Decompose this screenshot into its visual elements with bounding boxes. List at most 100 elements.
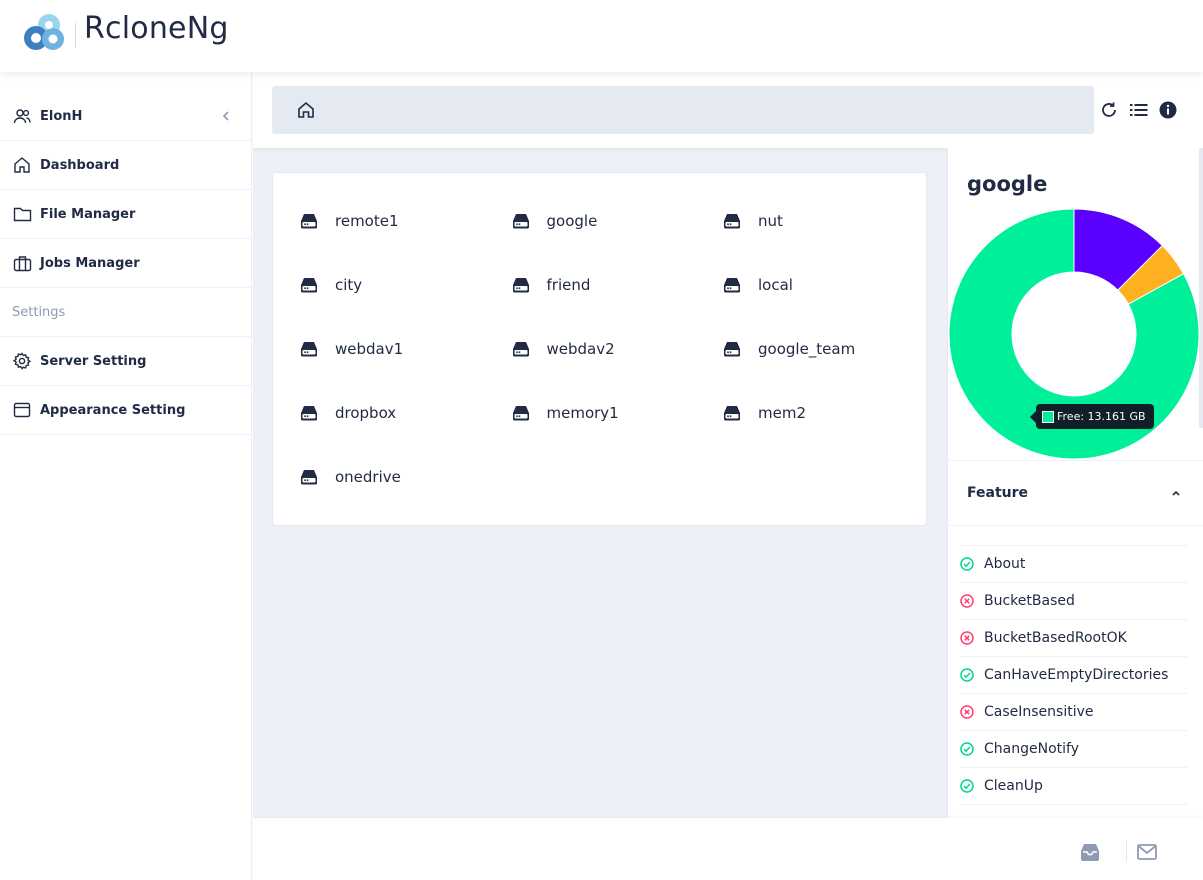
remote-label: nut xyxy=(758,212,783,230)
remote-label: google xyxy=(546,212,598,230)
check-circle-icon xyxy=(960,557,974,571)
info-icon[interactable] xyxy=(1158,100,1178,120)
remote-item[interactable]: dropbox xyxy=(300,398,396,428)
sidebar-item-dashboard[interactable]: Dashboard xyxy=(0,141,252,190)
feature-row: BucketBased xyxy=(960,583,1187,620)
remote-item[interactable]: nut xyxy=(723,206,783,236)
sidebar-item-user[interactable]: ElonH xyxy=(0,92,252,141)
hard-drive-icon xyxy=(512,342,529,357)
feature-row: BucketBasedRootOK xyxy=(960,620,1187,657)
hard-drive-icon xyxy=(301,214,317,229)
remote-label: city xyxy=(335,276,363,294)
hard-drive-icon xyxy=(724,278,740,293)
remote-label: webdav1 xyxy=(335,340,404,358)
sidebar-item-label: File Manager xyxy=(40,206,136,222)
tooltip-text: Free: 13.161 GB xyxy=(1057,410,1146,423)
remote-item[interactable]: local xyxy=(723,270,793,300)
remote-label: local xyxy=(758,276,793,294)
app-header: RcloneNg xyxy=(0,0,1203,72)
remote-item[interactable]: remote1 xyxy=(300,206,399,236)
feature-label: BucketBasedRootOK xyxy=(984,630,1127,646)
legend-swatch xyxy=(1042,410,1054,423)
sidebar-item-appearance-setting[interactable]: Appearance Setting xyxy=(0,386,252,435)
remote-item[interactable]: webdav2 xyxy=(512,334,615,364)
header-divider xyxy=(75,23,76,48)
remote-label: remote1 xyxy=(335,212,399,230)
browser-icon xyxy=(12,400,32,420)
remote-item[interactable]: memory1 xyxy=(512,398,619,428)
toolbar xyxy=(253,72,1203,148)
check-circle-icon xyxy=(960,742,974,756)
feature-row: CleanUp xyxy=(960,768,1187,805)
folder-icon xyxy=(12,204,32,224)
sidebar-item-jobs-manager[interactable]: Jobs Manager xyxy=(0,239,252,288)
mail-icon[interactable] xyxy=(1136,842,1158,862)
sidebar-item-label: Jobs Manager xyxy=(40,255,140,271)
hard-drive-icon xyxy=(512,406,529,421)
sidebar-item-file-manager[interactable]: File Manager xyxy=(0,190,252,239)
sidebar-user-label: ElonH xyxy=(40,108,83,124)
sidebar-item-label: Appearance Setting xyxy=(40,402,186,418)
chevron-left-icon[interactable] xyxy=(220,108,232,124)
sidebar-item-server-setting[interactable]: Server Setting xyxy=(0,337,252,386)
main-content: remote1 google nut city friend local webdav1 we… xyxy=(253,72,1203,818)
remote-label: dropbox xyxy=(335,404,397,422)
feature-label: BucketBased xyxy=(984,593,1075,609)
remote-name-title: google xyxy=(967,172,1048,196)
feature-accordion-header[interactable]: Feature xyxy=(948,460,1203,526)
sidebar-item-label: Server Setting xyxy=(40,353,147,369)
home-icon[interactable] xyxy=(296,100,316,120)
remote-label: memory1 xyxy=(546,404,619,422)
sidebar-item-label: Dashboard xyxy=(40,157,120,173)
refresh-icon[interactable] xyxy=(1099,100,1119,120)
hard-drive-icon xyxy=(301,470,317,485)
chevron-up-icon[interactable] xyxy=(1170,487,1182,499)
feature-title: Feature xyxy=(967,485,1028,501)
check-circle-icon xyxy=(960,668,974,682)
remote-item[interactable]: onedrive xyxy=(300,462,401,492)
close-circle-icon xyxy=(960,705,974,719)
feature-list: About BucketBased BucketBasedRootOK CanHave… xyxy=(960,545,1187,805)
close-circle-icon xyxy=(960,594,974,608)
remote-label: onedrive xyxy=(335,468,401,486)
remote-label: friend xyxy=(546,276,591,294)
feature-row: CanHaveEmptyDirectories xyxy=(960,657,1187,694)
inbox-icon[interactable] xyxy=(1079,842,1101,862)
feature-label: CaseInsensitive xyxy=(984,704,1094,720)
remote-label: mem2 xyxy=(758,404,806,422)
app-title[interactable]: RcloneNg xyxy=(84,11,229,46)
remote-item[interactable]: google_team xyxy=(723,334,855,364)
remotes-grid: remote1 google nut city friend local webdav1 we… xyxy=(272,172,927,526)
sidebar: ElonH Dashboard File Manager Jobs Manage… xyxy=(0,72,252,880)
feature-label: CleanUp xyxy=(984,778,1043,794)
feature-row: CaseInsensitive xyxy=(960,694,1187,731)
chart-tooltip: Free: 13.161 GB xyxy=(1030,404,1154,429)
footer-divider xyxy=(1126,840,1127,862)
feature-label: ChangeNotify xyxy=(984,741,1079,757)
feature-row: About xyxy=(960,546,1187,583)
gear-icon xyxy=(12,351,32,371)
feature-label: CanHaveEmptyDirectories xyxy=(984,667,1169,683)
list-icon[interactable] xyxy=(1129,100,1149,120)
hard-drive-icon xyxy=(301,278,317,293)
close-circle-icon xyxy=(960,631,974,645)
remote-label: google_team xyxy=(758,340,856,358)
remote-item[interactable]: friend xyxy=(512,270,591,300)
sidebar-group-settings: Settings xyxy=(0,288,252,337)
hard-drive-icon xyxy=(724,342,740,357)
remote-details-panel: google Free: 13.161 GB Feature About Buck… xyxy=(947,148,1203,818)
users-icon xyxy=(12,106,32,126)
rclone-logo[interactable] xyxy=(22,11,68,53)
remote-item[interactable]: mem2 xyxy=(723,398,806,428)
footer xyxy=(253,818,1203,880)
hard-drive-icon xyxy=(724,214,740,229)
remote-label: webdav2 xyxy=(546,340,615,358)
hard-drive-icon xyxy=(512,214,529,229)
hard-drive-icon xyxy=(301,406,317,421)
check-circle-icon xyxy=(960,779,974,793)
remote-item[interactable]: city xyxy=(300,270,362,300)
hard-drive-icon xyxy=(724,406,740,421)
breadcrumb xyxy=(272,86,1094,134)
remote-item[interactable]: google xyxy=(512,206,598,236)
remote-item[interactable]: webdav1 xyxy=(300,334,403,364)
